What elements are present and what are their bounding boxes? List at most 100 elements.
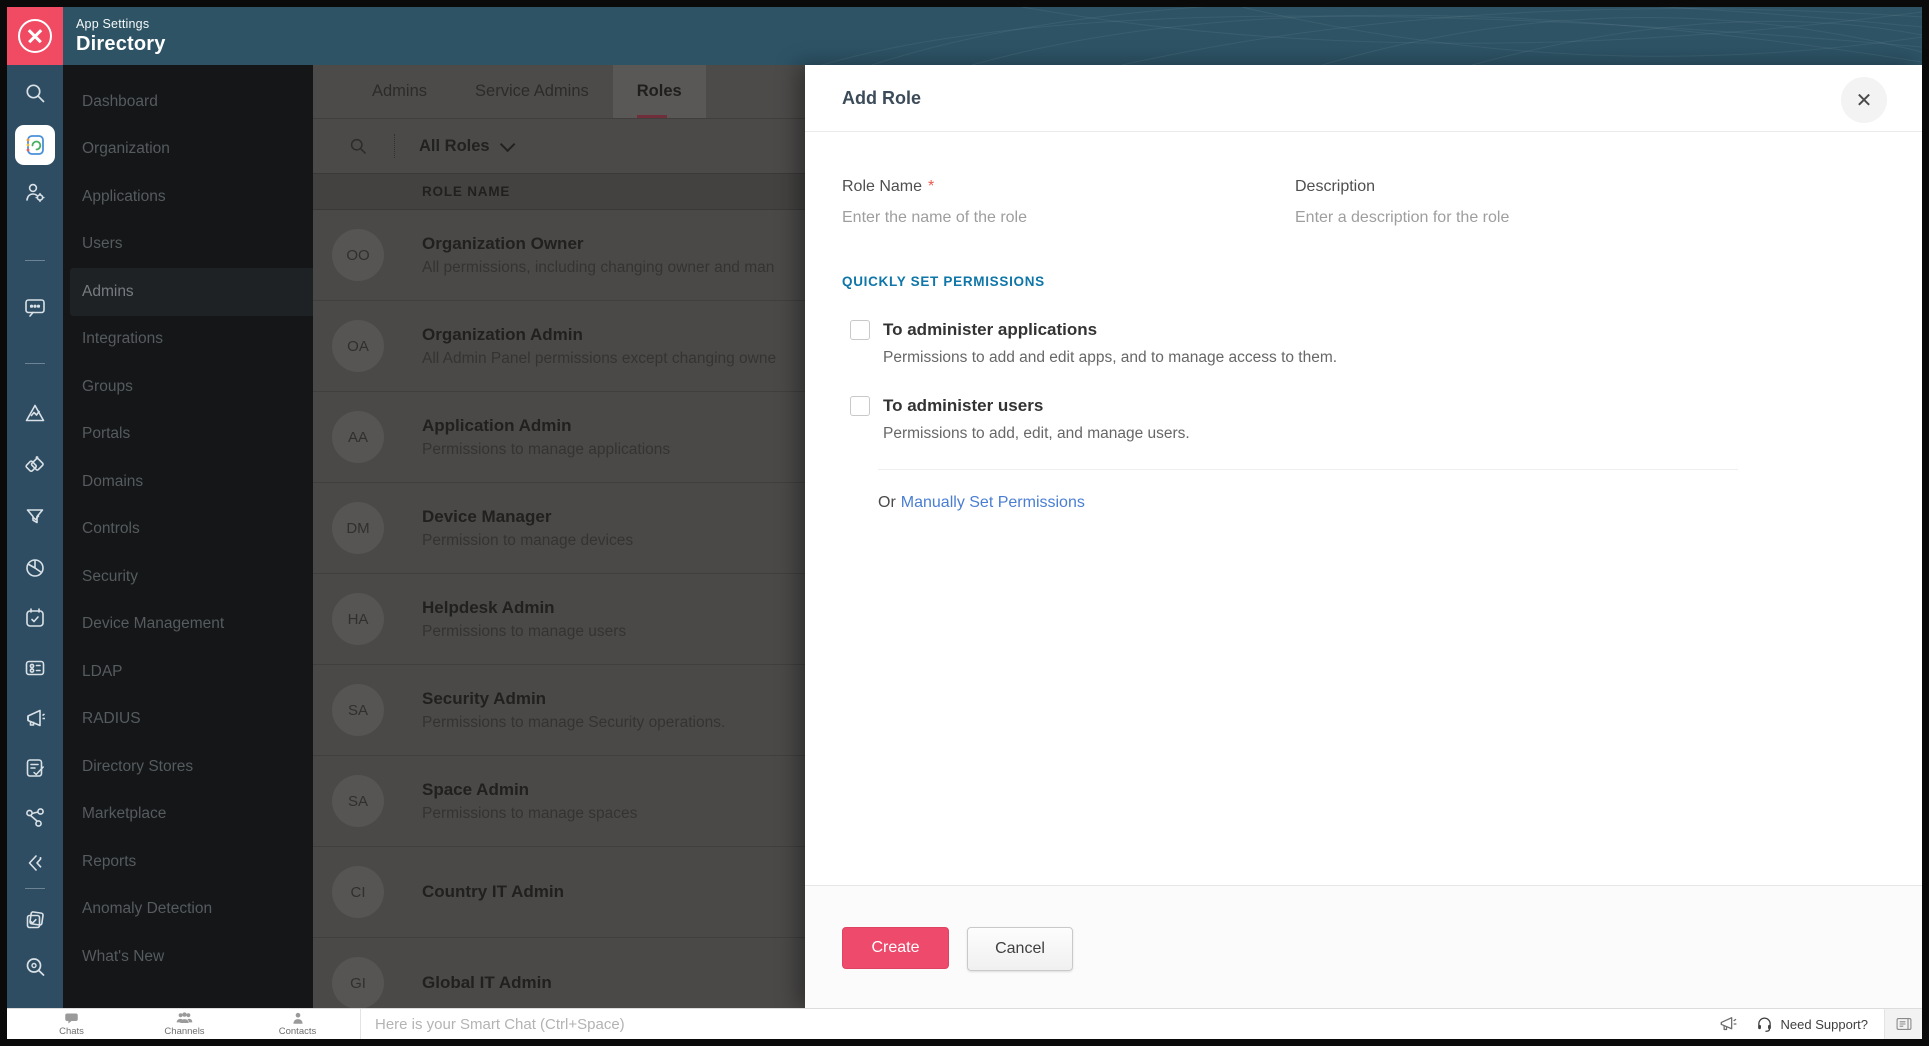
role-description: Permissions to manage spaces — [422, 804, 638, 822]
tags-icon[interactable] — [23, 908, 47, 932]
sidebar-item-domains[interactable]: Domains — [63, 458, 313, 506]
option-description: Permissions to add, edit, and manage use… — [883, 425, 1190, 442]
tab-admins[interactable]: Admins — [348, 65, 451, 118]
quick-permissions-title: QUICKLY SET PERMISSIONS — [842, 274, 1045, 289]
planner-icon[interactable] — [23, 606, 47, 630]
roles-filter-dropdown[interactable]: All Roles — [419, 136, 516, 156]
settings-sidebar: Dashboard Organization Applications User… — [63, 65, 313, 1008]
app-settings-label: App Settings — [76, 16, 150, 31]
filter-icon[interactable] — [23, 505, 47, 529]
avatar: AA — [332, 411, 384, 463]
admin-users-icon[interactable] — [23, 181, 47, 205]
app-rail — [7, 65, 63, 1008]
sidebar-item-users[interactable]: Users — [63, 221, 313, 269]
announcement-bell-icon[interactable] — [1705, 1009, 1752, 1039]
administer-users-option: To administer users Permissions to add, … — [850, 396, 1922, 443]
create-button[interactable]: Create — [842, 927, 949, 969]
sidebar-item-reports[interactable]: Reports — [63, 838, 313, 886]
cancel-button[interactable]: Cancel — [967, 927, 1073, 971]
need-support-button[interactable]: Need Support? — [1752, 1009, 1884, 1039]
sidebar-item-anomaly-detection[interactable]: Anomaly Detection — [63, 886, 313, 934]
role-description: Permissions to manage applications — [422, 440, 671, 458]
role-description: Permissions to manage Security operation… — [422, 713, 726, 731]
administer-applications-checkbox[interactable] — [850, 320, 870, 340]
or-text: Or — [878, 494, 896, 511]
avatar: SA — [332, 775, 384, 827]
role-name: Organization Owner — [422, 233, 584, 253]
role-name-label: Role Name * — [842, 178, 935, 195]
sidebar-item-controls[interactable]: Controls — [63, 506, 313, 554]
sidebar-item-directory-stores[interactable]: Directory Stores — [63, 743, 313, 791]
option-description: Permissions to add and edit apps, and to… — [883, 349, 1338, 366]
avatar: SA — [332, 684, 384, 736]
role-name: Country IT Admin — [422, 882, 564, 901]
connections-icon[interactable] — [23, 806, 47, 830]
sidebar-item-applications[interactable]: Applications — [63, 173, 313, 221]
header-titles: App Settings Directory — [76, 7, 166, 65]
sidebar-item-device-management[interactable]: Device Management — [63, 601, 313, 649]
administer-users-checkbox[interactable] — [850, 396, 870, 416]
role-description: Permission to manage devices — [422, 531, 634, 549]
sidebar-item-radius[interactable]: RADIUS — [63, 696, 313, 744]
announcement-icon[interactable] — [23, 706, 47, 730]
search-icon[interactable] — [23, 81, 47, 105]
role-name-column-header: ROLE NAME — [422, 184, 511, 199]
app-window: App Settings Directory Dashboard Organiz… — [0, 0, 1929, 1046]
description-input[interactable] — [1295, 196, 1706, 237]
sidebar-item-admins[interactable]: Admins — [70, 268, 313, 316]
modal-body: Role Name* Description QUICKLY SET PERMI… — [805, 178, 1922, 512]
contacts-tab[interactable]: Contacts — [241, 1009, 354, 1039]
tab-roles[interactable]: Roles — [612, 65, 706, 118]
option-label: To administer users — [883, 396, 1044, 415]
sidebar-item-security[interactable]: Security — [63, 553, 313, 601]
bookmark-icon[interactable] — [23, 851, 47, 875]
sidebar-item-groups[interactable]: Groups — [63, 363, 313, 411]
close-icon[interactable]: ✕ — [1841, 77, 1887, 123]
manually-set-permissions-link[interactable]: Manually Set Permissions — [901, 494, 1085, 511]
chats-label: Chats — [59, 1025, 84, 1037]
role-name: Device Manager — [422, 506, 552, 526]
rail-divider — [25, 888, 45, 889]
explore-icon[interactable] — [23, 955, 47, 979]
sidebar-item-organization[interactable]: Organization — [63, 126, 313, 174]
avatar: CI — [332, 866, 384, 918]
sidebar-item-portals[interactable]: Portals — [63, 411, 313, 459]
avatar: DM — [332, 502, 384, 554]
sidebar-item-integrations[interactable]: Integrations — [63, 316, 313, 364]
shapes-icon[interactable] — [23, 453, 47, 477]
avatar: GI — [332, 957, 384, 1008]
avatar: OO — [332, 229, 384, 281]
option-label: To administer applications — [883, 320, 1098, 339]
modal-title: Add Role — [842, 87, 921, 108]
description-field-group: Description — [1295, 178, 1706, 237]
tasks-icon[interactable] — [23, 756, 47, 780]
sidebar-item-ldap[interactable]: LDAP — [63, 648, 313, 696]
chats-tab[interactable]: Chats — [15, 1009, 128, 1039]
channels-icon — [176, 1011, 193, 1023]
modal-header: Add Role ✕ — [805, 65, 1922, 132]
sidebar-item-marketplace[interactable]: Marketplace — [63, 791, 313, 839]
sidebar-item-whats-new[interactable]: What's New — [63, 933, 313, 981]
administer-applications-option: To administer applications Permissions t… — [850, 320, 1922, 367]
role-name-input[interactable] — [842, 196, 1253, 237]
chat-icon[interactable] — [23, 295, 47, 319]
tab-service-admins[interactable]: Service Admins — [451, 65, 613, 118]
directory-app-icon[interactable] — [15, 125, 55, 165]
globe-icon[interactable] — [23, 556, 47, 580]
reader-panel-button[interactable] — [1884, 1009, 1922, 1039]
page-title: Directory — [76, 32, 166, 55]
smart-chat-input[interactable] — [361, 1015, 1705, 1033]
roles-search-icon[interactable] — [348, 136, 368, 156]
card-icon[interactable] — [23, 656, 47, 680]
role-name-field-group: Role Name * — [842, 178, 1253, 237]
roles-filter-label: All Roles — [419, 136, 490, 155]
reader-panel-icon — [1896, 1018, 1911, 1030]
sidebar-item-dashboard[interactable]: Dashboard — [63, 78, 313, 126]
zoho-one-close-button[interactable] — [7, 7, 63, 65]
role-name: Application Admin — [422, 415, 572, 435]
directory-logo — [26, 135, 44, 155]
cliq-bottom-bar: Chats Channels Contacts Need Support? — [7, 1008, 1922, 1039]
manual-permissions-row: Or Manually Set Permissions — [878, 469, 1738, 512]
channels-tab[interactable]: Channels — [128, 1009, 241, 1039]
activity-icon[interactable] — [23, 401, 47, 425]
